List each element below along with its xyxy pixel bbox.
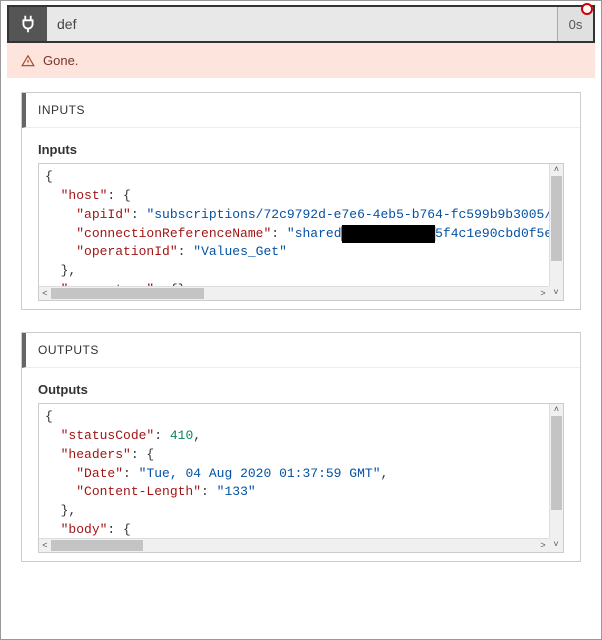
scroll-left-icon[interactable]: ˂	[39, 287, 51, 300]
outputs-json-content: { "statusCode": 410, "headers": { "Date"…	[39, 404, 563, 552]
scroll-up-icon[interactable]: ˄	[550, 404, 563, 416]
outputs-card-title: OUTPUTS	[22, 333, 580, 368]
outputs-label: Outputs	[38, 382, 564, 397]
scroll-thumb[interactable]	[51, 288, 204, 299]
inputs-json-content: { "host": { "apiId": "subscriptions/72c9…	[39, 164, 563, 300]
outputs-json-viewer[interactable]: { "statusCode": 410, "headers": { "Date"…	[38, 403, 564, 553]
plug-icon	[9, 7, 47, 41]
expand-icon[interactable]: ˅	[549, 286, 563, 300]
horizontal-scrollbar[interactable]: ˂ ˃	[39, 538, 549, 552]
scroll-thumb[interactable]	[551, 416, 562, 510]
scroll-left-icon[interactable]: ˂	[39, 539, 51, 552]
vertical-scrollbar[interactable]: ˄	[549, 164, 563, 286]
scroll-up-icon[interactable]: ˄	[550, 164, 563, 176]
error-indicator-icon	[581, 3, 593, 15]
inputs-label: Inputs	[38, 142, 564, 157]
inputs-json-viewer[interactable]: { "host": { "apiId": "subscriptions/72c9…	[38, 163, 564, 301]
outputs-card: OUTPUTS Outputs { "statusCode": 410, "he…	[21, 332, 581, 562]
redacted-text: ████████████	[342, 225, 436, 244]
horizontal-scrollbar[interactable]: ˂ ˃	[39, 286, 549, 300]
scroll-thumb[interactable]	[551, 176, 562, 261]
scroll-thumb[interactable]	[51, 540, 143, 551]
scroll-right-icon[interactable]: ˃	[537, 539, 549, 552]
action-title: def	[47, 7, 557, 41]
inputs-card-title: INPUTS	[22, 93, 580, 128]
inputs-card: INPUTS Inputs { "host": { "apiId": "subs…	[21, 92, 581, 310]
warning-icon	[21, 54, 35, 68]
scroll-down-icon[interactable]	[550, 526, 563, 538]
vertical-scrollbar[interactable]: ˄	[549, 404, 563, 538]
scroll-right-icon[interactable]: ˃	[537, 287, 549, 300]
action-header[interactable]: def 0s	[7, 5, 595, 43]
error-banner: Gone.	[7, 43, 595, 78]
scroll-down-icon[interactable]	[550, 274, 563, 286]
expand-icon[interactable]: ˅	[549, 538, 563, 552]
error-message: Gone.	[43, 53, 78, 68]
